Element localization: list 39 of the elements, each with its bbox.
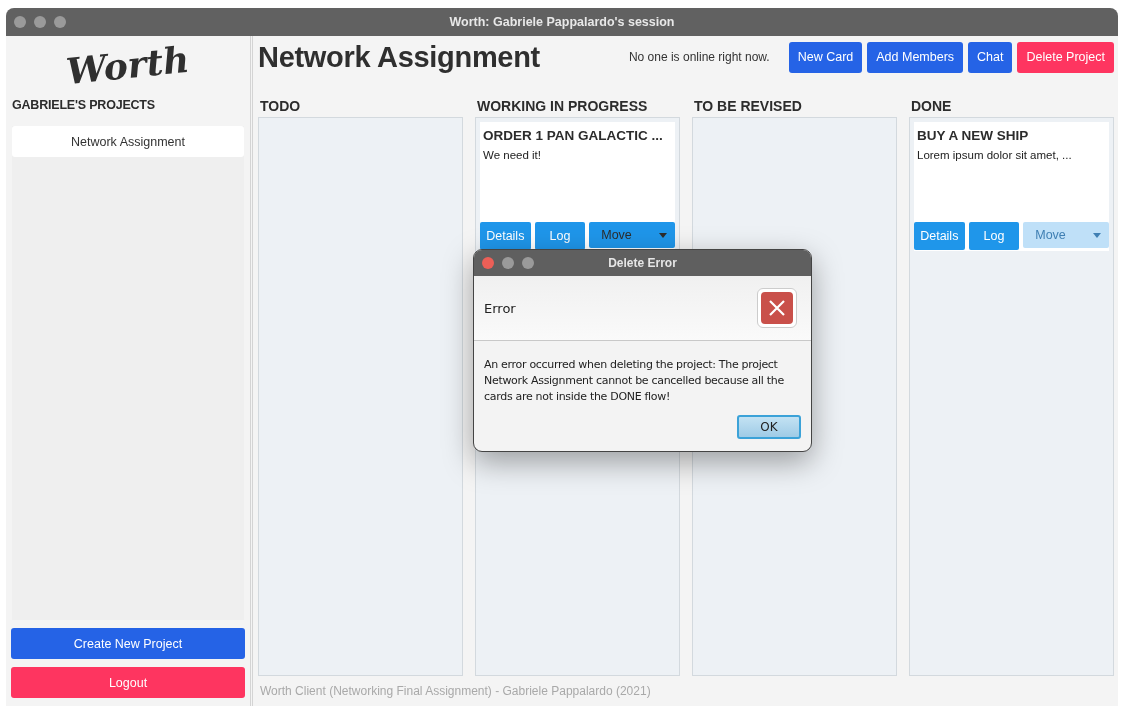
header-button[interactable]: New Card [788, 41, 863, 73]
caret-icon [1093, 232, 1101, 238]
section-heading: GABRIELE'S PROJECTS [12, 98, 156, 112]
close-button[interactable] [482, 257, 494, 269]
column-title: DONE [910, 97, 953, 114]
dialog-title: Delete Error [608, 256, 677, 270]
minimize-button[interactable] [502, 257, 514, 269]
online-status: No one is online right now. [628, 50, 770, 64]
column-title: WORKING IN PROGRESS [476, 97, 649, 114]
ok-button[interactable]: OK [737, 415, 801, 439]
card-title: ORDER 1 PAN GALACTIC ... [483, 128, 664, 143]
move-dropdown[interactable]: Move [589, 222, 675, 248]
project-item[interactable]: Network Assignment [12, 126, 244, 157]
header-button[interactable]: Add Members [867, 41, 964, 73]
app-logo: Worth [64, 37, 192, 93]
footer-text: Worth Client (Networking Final Assignment) - Gabriele Pappalardo (2021) [259, 683, 652, 700]
caret-icon [659, 232, 667, 238]
card-button[interactable]: Details [914, 222, 965, 250]
window-title: Worth: Gabriele Pappalardo's session [449, 15, 675, 29]
zoom-button[interactable] [522, 257, 534, 269]
card-button[interactable]: Log [534, 222, 586, 250]
card-description: Lorem ipsum dolor sit amet, ... [917, 149, 1073, 161]
project-title: Network Assignment [258, 40, 541, 74]
dialog-heading: Error [484, 300, 516, 316]
column-title: TODO [259, 97, 302, 114]
close-button[interactable] [14, 16, 26, 28]
zoom-button[interactable] [54, 16, 66, 28]
delete-button[interactable]: Delete Project [1017, 41, 1114, 73]
card-description: We need it! [483, 149, 542, 161]
card-title: BUY A NEW SHIP [917, 128, 1030, 143]
column-title: TO BE REVISED [693, 97, 803, 114]
create-project-button[interactable]: Create New Project [11, 628, 245, 659]
card-button[interactable]: Details [480, 222, 531, 250]
card-button[interactable]: Log [968, 222, 1020, 250]
error-message: An error occurred when deleting the project: The project Network Assignment cannot be cancelled because all the cards are not inside the DONE flow! [483, 357, 785, 405]
error-icon [761, 292, 793, 324]
logout-button[interactable]: Logout [11, 667, 245, 698]
minimize-button[interactable] [34, 16, 46, 28]
header-button[interactable]: Chat [968, 41, 1013, 73]
